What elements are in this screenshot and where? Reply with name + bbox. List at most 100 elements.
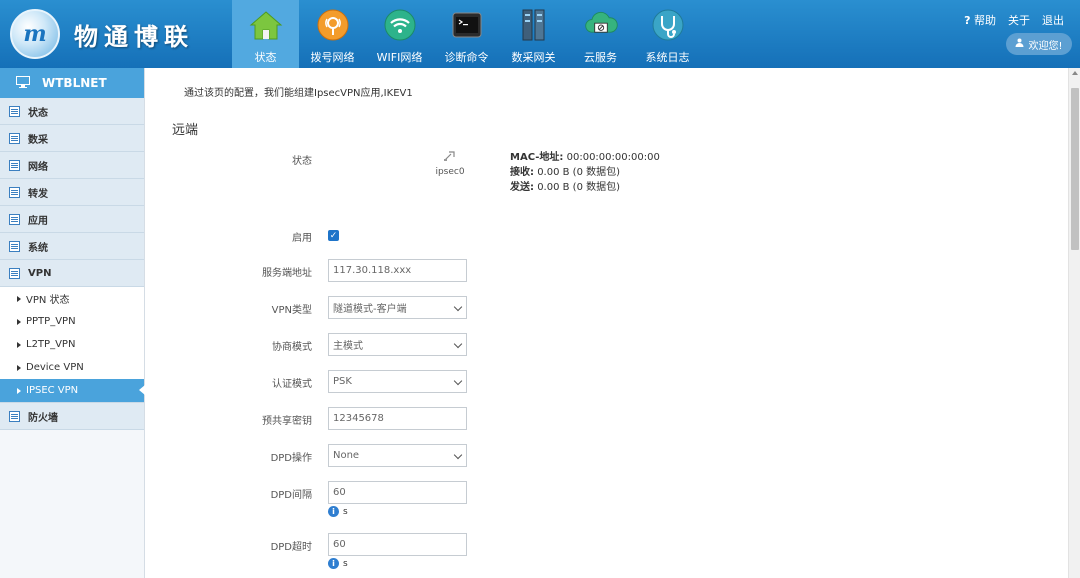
brand-logo[interactable]: m 物通博联 bbox=[10, 8, 210, 60]
sidebar-title-text: WTBLNET bbox=[42, 76, 107, 90]
auth-mode-value: PSK bbox=[333, 376, 352, 387]
subitem-label: IPSEC VPN bbox=[26, 385, 79, 396]
terminal-icon bbox=[449, 7, 485, 43]
sidebar-item-label: 防火墙 bbox=[28, 412, 58, 424]
sidebar-subitem-pptp-vpn[interactable]: PPTP_VPN bbox=[0, 310, 144, 333]
sidebar-title: WTBLNET bbox=[0, 68, 144, 98]
mac-label: MAC-地址: bbox=[510, 152, 564, 163]
list-icon bbox=[9, 105, 20, 117]
nav-dial-network[interactable]: 拨号网络 bbox=[299, 0, 366, 68]
sidebar-item-network[interactable]: 网络 bbox=[0, 152, 144, 179]
main-nav: 状态 拨号网络 WIFI网络 诊断命令 数采网关 云服务 系统日志 bbox=[232, 0, 701, 68]
caret-right-icon bbox=[17, 387, 21, 394]
welcome-text: 欢迎您! bbox=[1028, 40, 1063, 52]
sidebar-item-firewall[interactable]: 防火墙 bbox=[0, 403, 144, 430]
dpd-interval-hint: i s bbox=[328, 506, 348, 517]
list-icon bbox=[9, 213, 20, 225]
nav-system-log[interactable]: 系统日志 bbox=[634, 0, 701, 68]
negotiation-mode-select[interactable]: 主模式 bbox=[328, 333, 467, 356]
sidebar-item-forward[interactable]: 转发 bbox=[0, 179, 144, 206]
scroll-thumb[interactable] bbox=[1071, 88, 1079, 250]
dpd-timeout-input[interactable]: 60 bbox=[328, 533, 467, 556]
dpd-interval-input[interactable]: 60 bbox=[328, 481, 467, 504]
caret-right-icon bbox=[17, 318, 21, 325]
interface-stats: MAC-地址: 00:00:00:00:00:00 接收: 0.00 B (0 … bbox=[510, 150, 660, 195]
psk-label: 预共享密钥 bbox=[262, 416, 312, 427]
auth-mode-select[interactable]: PSK bbox=[328, 370, 467, 393]
subitem-label: PPTP_VPN bbox=[26, 316, 76, 327]
sidebar-subitem-l2tp-vpn[interactable]: L2TP_VPN bbox=[0, 333, 144, 356]
rx-label: 接收: bbox=[510, 167, 534, 178]
mac-value: 00:00:00:00:00:00 bbox=[566, 152, 660, 163]
info-icon: i bbox=[328, 506, 339, 517]
sidebar-item-label: 状态 bbox=[28, 107, 48, 119]
dpd-interval-label: DPD间隔 bbox=[270, 490, 312, 501]
psk-input[interactable]: 12345678 bbox=[328, 407, 467, 430]
sidebar-item-label: 系统 bbox=[28, 242, 48, 254]
sidebar-item-application[interactable]: 应用 bbox=[0, 206, 144, 233]
enable-label: 启用 bbox=[292, 233, 312, 244]
tx-value: 0.00 B (0 数据包) bbox=[537, 182, 621, 193]
sidebar-item-system[interactable]: 系统 bbox=[0, 233, 144, 260]
dpd-interval-value: 60 bbox=[333, 487, 346, 498]
nav-wifi[interactable]: WIFI网络 bbox=[366, 0, 433, 68]
help-link[interactable]: ? 帮助 bbox=[964, 12, 996, 28]
nav-gateway[interactable]: 数采网关 bbox=[500, 0, 567, 68]
logout-link[interactable]: 退出 bbox=[1042, 12, 1064, 28]
sidebar-item-label: VPN bbox=[28, 267, 52, 279]
ethernet-port-icon bbox=[430, 150, 470, 165]
psk-value: 12345678 bbox=[333, 413, 384, 424]
tx-label: 发送: bbox=[510, 182, 534, 193]
nav-label: 云服务 bbox=[584, 51, 617, 64]
server-address-input[interactable]: 117.30.118.xxx bbox=[328, 259, 467, 282]
sidebar: WTBLNET 状态 数采 网络 转发 应用 系统 VPN VPN 状态 PPT… bbox=[0, 68, 145, 578]
list-icon bbox=[9, 159, 20, 171]
vertical-scrollbar[interactable] bbox=[1068, 68, 1080, 578]
server-address-value: 117.30.118.xxx bbox=[333, 265, 412, 276]
nav-diagnostic[interactable]: 诊断命令 bbox=[433, 0, 500, 68]
nav-label: 系统日志 bbox=[645, 51, 690, 64]
sidebar-subitem-device-vpn[interactable]: Device VPN bbox=[0, 356, 144, 379]
scroll-up-arrow-icon[interactable] bbox=[1072, 71, 1078, 75]
list-icon bbox=[9, 240, 20, 252]
nav-cloud[interactable]: 云服务 bbox=[567, 0, 634, 68]
list-icon bbox=[9, 186, 20, 198]
subitem-label: VPN 状态 bbox=[26, 295, 70, 306]
dpd-timeout-hint: i s bbox=[328, 558, 348, 569]
subitem-label: L2TP_VPN bbox=[26, 339, 76, 350]
vpn-type-value: 隧道模式-客户端 bbox=[333, 304, 407, 315]
subitem-label: Device VPN bbox=[26, 362, 84, 373]
sidebar-item-vpn[interactable]: VPN bbox=[0, 260, 144, 287]
top-links: ? 帮助 关于 退出 bbox=[964, 12, 1064, 28]
nav-status[interactable]: 状态 bbox=[232, 0, 299, 68]
list-icon bbox=[9, 267, 20, 279]
top-header: m 物通博联 状态 拨号网络 WIFI网络 诊断命令 数采网关 云服务 系统日志… bbox=[0, 0, 1080, 68]
status-label: 状态 bbox=[292, 156, 312, 167]
vpn-type-select[interactable]: 隧道模式-客户端 bbox=[328, 296, 467, 319]
sidebar-subitem-ipsec-vpn[interactable]: IPSEC VPN bbox=[0, 379, 145, 402]
brand-name: 物通博联 bbox=[74, 22, 194, 51]
enable-checkbox[interactable]: ✓ bbox=[328, 230, 339, 241]
caret-right-icon bbox=[17, 341, 21, 348]
dpd-action-select[interactable]: None bbox=[328, 444, 467, 467]
sidebar-item-status[interactable]: 状态 bbox=[0, 98, 144, 125]
rx-value: 0.00 B (0 数据包) bbox=[537, 167, 621, 178]
help-label: 帮助 bbox=[974, 14, 996, 27]
interface-info: ipsec0 bbox=[430, 150, 470, 177]
list-icon bbox=[9, 410, 20, 422]
sidebar-item-label: 数采 bbox=[28, 134, 48, 146]
server-address-label: 服务端地址 bbox=[262, 268, 312, 279]
dpd-timeout-value: 60 bbox=[333, 539, 346, 550]
about-link[interactable]: 关于 bbox=[1008, 12, 1030, 28]
sidebar-subitem-vpn-status[interactable]: VPN 状态 bbox=[0, 287, 144, 310]
dpd-action-label: DPD操作 bbox=[270, 453, 312, 464]
welcome-badge[interactable]: 欢迎您! bbox=[1006, 33, 1072, 55]
section-title: 远端 bbox=[172, 123, 199, 138]
nav-label: WIFI网络 bbox=[376, 51, 423, 64]
dpd-timeout-unit: s bbox=[343, 558, 348, 569]
sidebar-item-data-collection[interactable]: 数采 bbox=[0, 125, 144, 152]
interface-name: ipsec0 bbox=[435, 167, 465, 177]
sidebar-item-label: 转发 bbox=[28, 188, 48, 200]
cloud-icon bbox=[583, 7, 619, 43]
negotiation-mode-label: 协商模式 bbox=[272, 342, 312, 353]
